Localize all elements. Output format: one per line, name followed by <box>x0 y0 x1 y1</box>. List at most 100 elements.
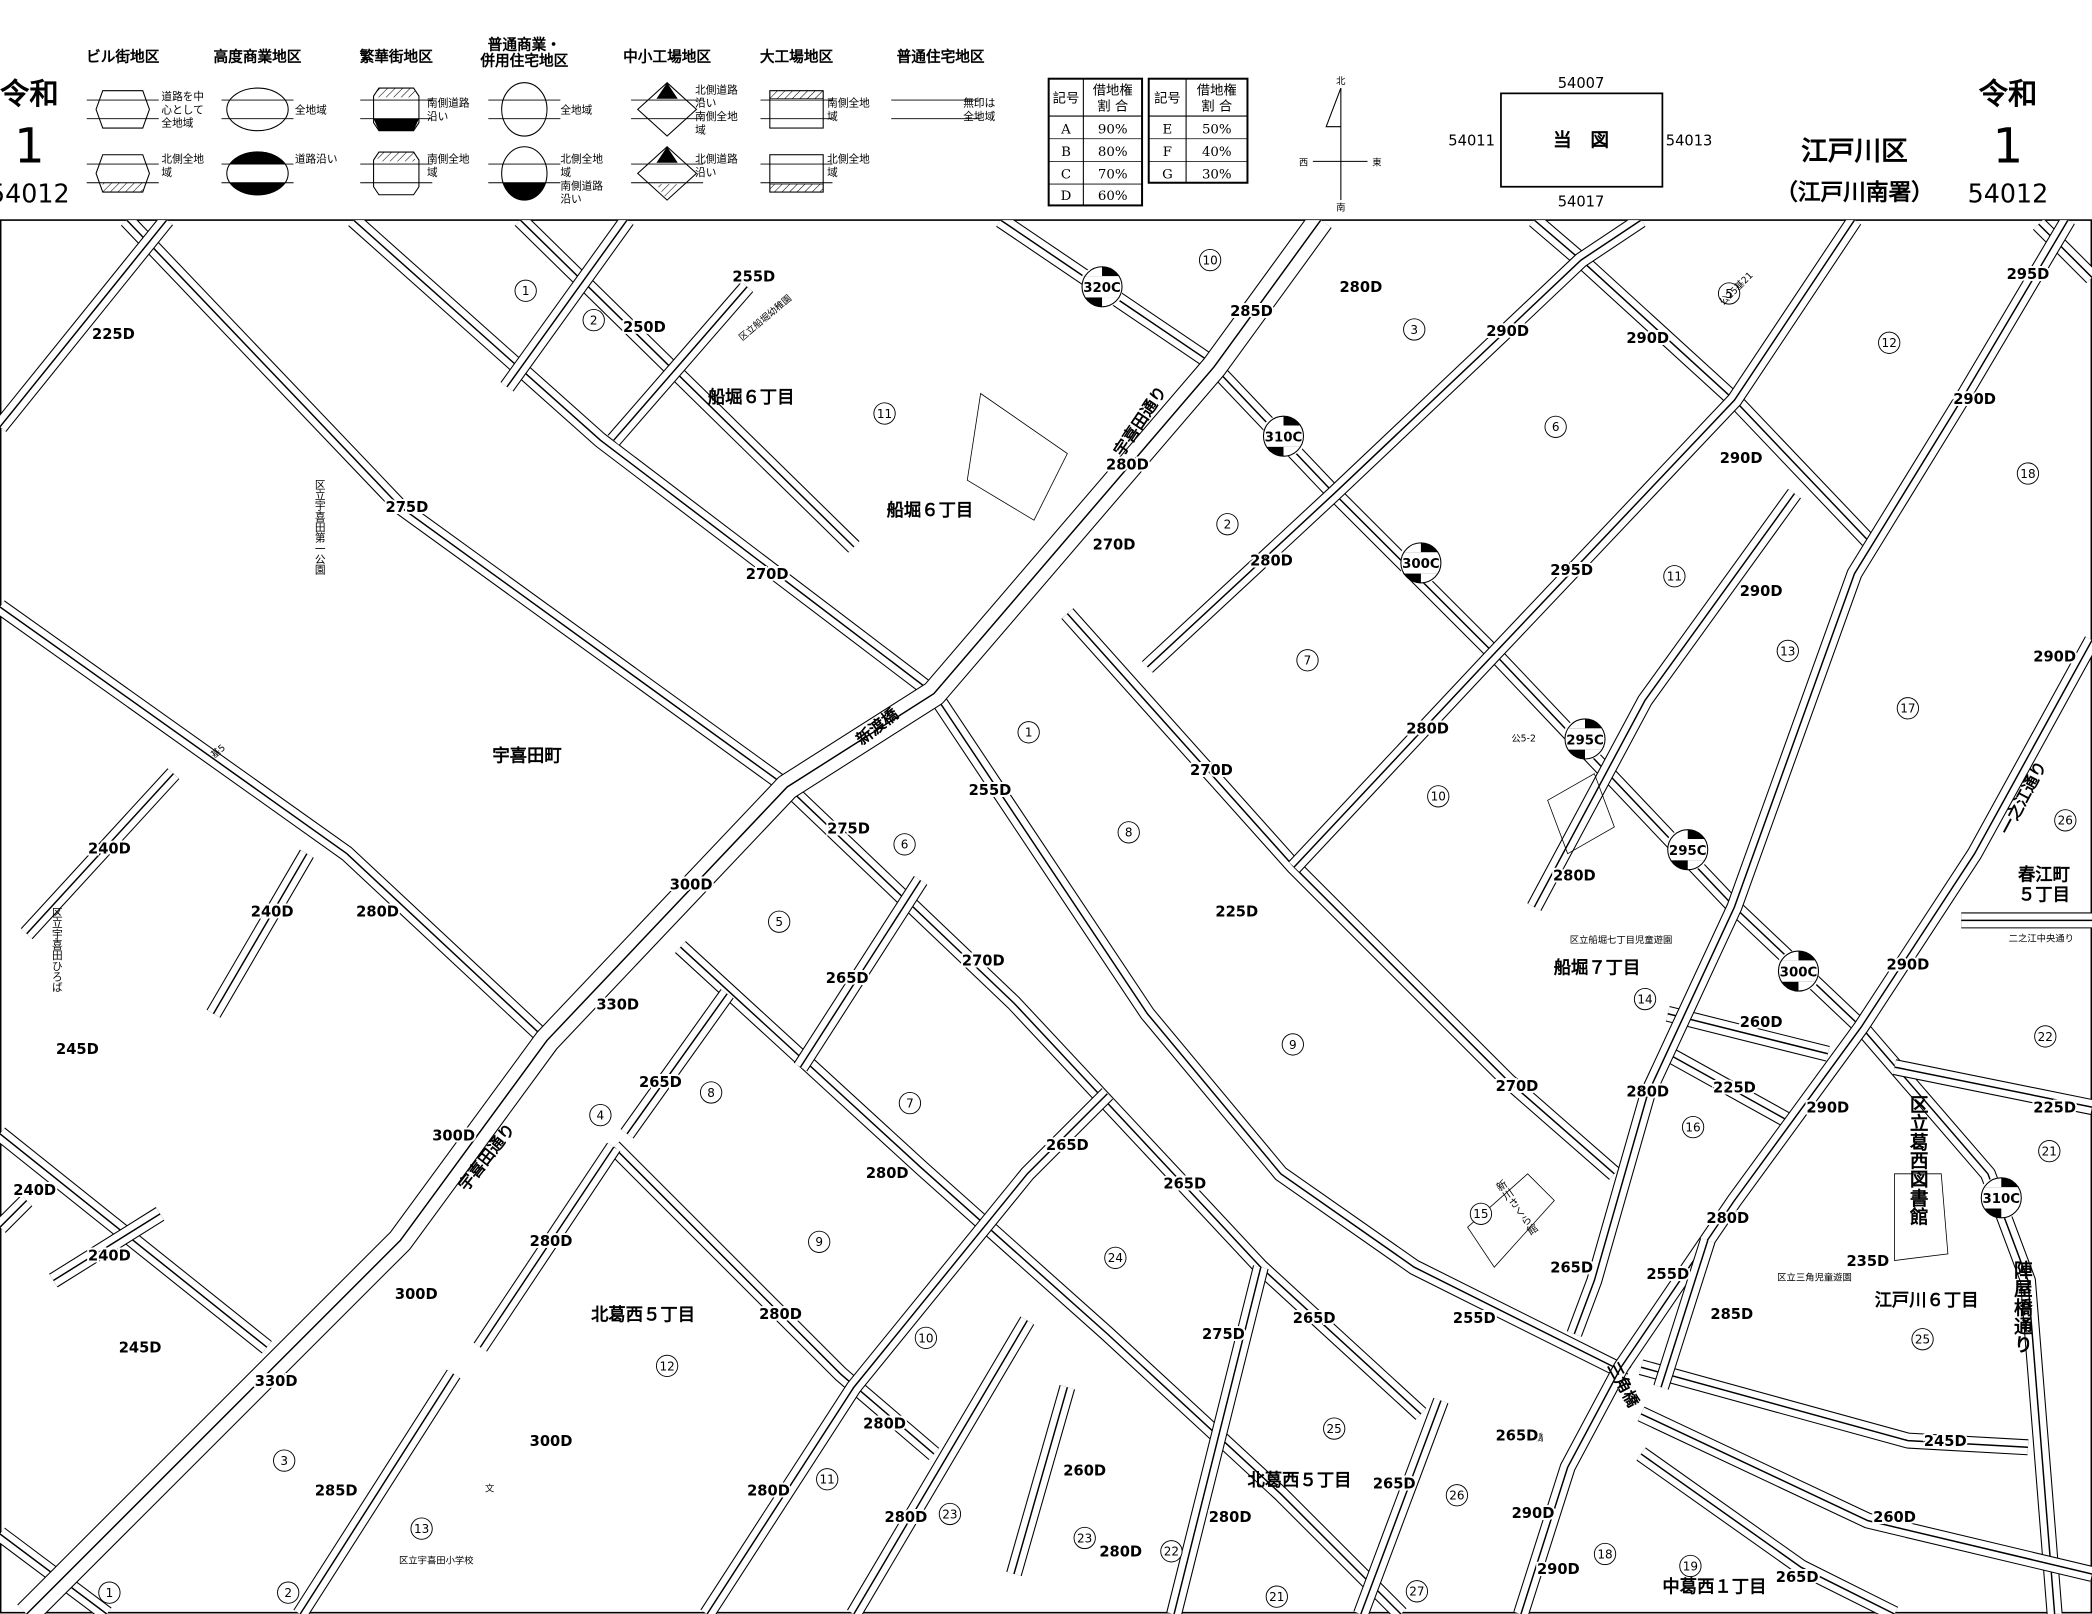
route-price[interactable]: 280D <box>883 1507 930 1528</box>
route-price[interactable]: 280D <box>1551 865 1598 886</box>
route-price[interactable]: 280D <box>1097 1542 1144 1563</box>
adjacent-sheet-south[interactable]: 54017 <box>1558 194 1605 211</box>
route-price[interactable]: 280D <box>528 1231 575 1252</box>
route-price[interactable]: 235D <box>1844 1251 1891 1272</box>
route-price[interactable]: 255D <box>1451 1308 1498 1329</box>
route-price[interactable]: 290D <box>2031 647 2078 668</box>
route-price[interactable]: 225D <box>90 324 137 345</box>
route-price[interactable]: 270D <box>1091 535 1138 556</box>
route-price-label: 245D <box>1924 1433 1967 1450</box>
route-price[interactable]: 255D <box>1644 1264 1691 1285</box>
route-price[interactable]: 250D <box>621 317 668 338</box>
route-price-badge[interactable]: 295C <box>1667 829 1709 871</box>
route-price[interactable]: 290D <box>1804 1097 1851 1118</box>
route-price[interactable]: 285D <box>1228 301 1275 322</box>
route-price[interactable]: 330D <box>253 1371 300 1392</box>
route-price[interactable]: 265D <box>1494 1426 1541 1447</box>
route-price[interactable]: 285D <box>1708 1304 1755 1325</box>
route-price[interactable]: 265D <box>1291 1308 1338 1329</box>
route-price[interactable]: 280D <box>1404 719 1451 740</box>
route-price[interactable]: 290D <box>1510 1503 1557 1524</box>
adjacent-sheet-west[interactable]: 54011 <box>1448 132 1495 149</box>
route-price[interactable]: 330D <box>594 995 641 1016</box>
route-price-label: 290D <box>1486 323 1529 340</box>
route-price[interactable]: 270D <box>744 564 791 585</box>
route-price[interactable]: 300D <box>528 1431 575 1452</box>
route-price[interactable]: 260D <box>1738 1012 1785 1033</box>
route-price[interactable]: 280D <box>354 901 401 922</box>
route-price[interactable]: 295D <box>1548 560 1595 581</box>
block-number: 9 <box>808 1230 831 1253</box>
route-price[interactable]: 265D <box>1161 1173 1208 1194</box>
route-price[interactable]: 265D <box>1548 1258 1595 1279</box>
route-price[interactable]: 260D <box>1061 1460 1108 1481</box>
route-price[interactable]: 280D <box>1207 1507 1254 1528</box>
adjacent-sheet-north[interactable]: 54007 <box>1558 75 1605 92</box>
route-price[interactable]: 290D <box>1718 448 1765 469</box>
route-price[interactable]: 225D <box>2031 1097 2078 1118</box>
route-price[interactable]: 275D <box>825 819 872 840</box>
route-price-badge[interactable]: 310C <box>1262 415 1305 457</box>
route-price-badge[interactable]: 295C <box>1564 718 1606 760</box>
route-price[interactable]: 280D <box>1624 1081 1671 1102</box>
route-price[interactable]: 240D <box>86 1246 133 1267</box>
route-price[interactable]: 225D <box>1711 1077 1758 1098</box>
route-price[interactable]: 290D <box>1624 328 1671 349</box>
route-price[interactable]: 255D <box>730 266 777 287</box>
route-price[interactable]: 300D <box>430 1125 477 1146</box>
route-price[interactable]: 280D <box>1337 277 1384 298</box>
block-number: 19 <box>1679 1554 1702 1578</box>
route-price[interactable]: 265D <box>824 968 871 989</box>
route-price[interactable]: 240D <box>249 901 296 922</box>
block-number-label: 3 <box>280 1454 288 1468</box>
block-number: 11 <box>873 402 896 425</box>
era-label-right: 令和 <box>1979 77 2038 111</box>
route-price-label: 280D <box>1626 1083 1669 1100</box>
route-price[interactable]: 280D <box>745 1480 792 1501</box>
route-price-label: 300D <box>432 1127 475 1144</box>
route-price[interactable]: 280D <box>757 1304 804 1325</box>
route-price-badge[interactable]: 310C <box>1980 1177 2022 1219</box>
route-price[interactable]: 275D <box>1200 1324 1247 1345</box>
route-price[interactable]: 270D <box>960 951 1007 972</box>
route-price[interactable]: 290D <box>1535 1559 1582 1580</box>
route-price-badge[interactable]: 320C <box>1081 266 1123 308</box>
route-price[interactable]: 300D <box>668 875 715 896</box>
route-price[interactable]: 280D <box>1248 551 1295 572</box>
route-price[interactable]: 270D <box>1188 760 1235 781</box>
route-price-badge[interactable]: 300C <box>1400 542 1442 584</box>
block-number-label: 11 <box>1667 570 1682 584</box>
adjacent-sheet-east[interactable]: 54013 <box>1666 132 1713 149</box>
route-price[interactable]: 295D <box>2005 264 2052 285</box>
route-price[interactable]: 280D <box>864 1163 911 1184</box>
route-price[interactable]: 240D <box>11 1180 58 1201</box>
route-price[interactable]: 265D <box>1774 1567 1821 1588</box>
route-price[interactable]: 285D <box>313 1480 360 1501</box>
route-price[interactable]: 265D <box>637 1072 684 1093</box>
route-price[interactable]: 245D <box>54 1039 101 1060</box>
route-price[interactable]: 290D <box>1484 321 1531 342</box>
route-price[interactable]: 245D <box>117 1338 164 1359</box>
route-price[interactable]: 225D <box>1213 901 1260 922</box>
route-price-label: 250D <box>623 319 666 336</box>
route-price-badge[interactable]: 300C <box>1777 950 1820 992</box>
route-price[interactable]: 265D <box>1044 1135 1091 1156</box>
route-price[interactable]: 290D <box>1951 389 1998 410</box>
table-header-symbol: 記号 <box>1154 90 1181 107</box>
map-area[interactable]: 1210351211618211713117108626514229784162… <box>0 219 2092 1614</box>
block-number-label: 3 <box>1410 323 1418 337</box>
route-price[interactable]: 290D <box>1884 955 1931 976</box>
route-price[interactable]: 290D <box>1738 581 1785 602</box>
route-price[interactable]: 255D <box>967 780 1014 801</box>
route-price[interactable]: 260D <box>1871 1507 1918 1528</box>
route-price[interactable]: 275D <box>384 497 431 518</box>
route-price[interactable]: 240D <box>86 839 133 860</box>
route-price[interactable]: 270D <box>1494 1076 1541 1097</box>
route-price[interactable]: 280D <box>861 1414 908 1435</box>
route-price[interactable]: 265D <box>1371 1474 1418 1495</box>
route-price[interactable]: 300D <box>393 1284 440 1305</box>
route-price[interactable]: 280D <box>1704 1208 1751 1229</box>
place-name: 区立宇喜田ひろば <box>51 907 64 992</box>
route-price[interactable]: 245D <box>1922 1431 1969 1452</box>
route-price[interactable]: 280D <box>1104 455 1151 476</box>
